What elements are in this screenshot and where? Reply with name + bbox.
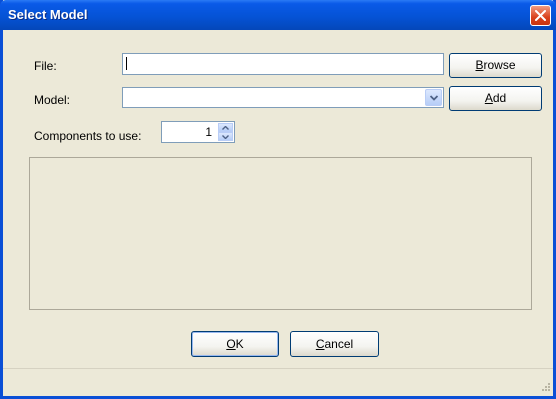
file-label: File:: [34, 59, 57, 73]
close-icon: [535, 10, 546, 21]
browse-mnemonic: B: [475, 58, 484, 72]
cancel-mnemonic: C: [315, 337, 325, 351]
model-combobox[interactable]: [122, 87, 444, 108]
file-path-input[interactable]: [122, 53, 444, 75]
spin-up-icon: [222, 126, 229, 130]
title-bar[interactable]: Select Model: [0, 0, 556, 30]
browse-button[interactable]: Browse: [449, 53, 542, 78]
components-label: Components to use:: [34, 129, 142, 143]
spin-up-button[interactable]: [218, 123, 233, 132]
model-label: Model:: [34, 93, 71, 107]
resize-grip-icon[interactable]: [539, 382, 551, 394]
components-spinner[interactable]: 1: [161, 121, 235, 143]
add-label-rest: dd: [492, 91, 507, 105]
model-dropdown-button[interactable]: [425, 89, 442, 106]
select-model-dialog: Select Model File: Browse Model: Add Com…: [0, 0, 556, 399]
close-button[interactable]: [530, 5, 551, 26]
ok-mnemonic: O: [226, 337, 236, 351]
ok-label-rest: K: [235, 337, 244, 351]
status-bar: [3, 368, 553, 396]
ok-button[interactable]: OK: [191, 331, 279, 357]
spin-down-button[interactable]: [218, 132, 233, 141]
add-mnemonic: A: [484, 91, 493, 105]
add-button[interactable]: Add: [449, 86, 542, 111]
components-panel: [29, 157, 532, 310]
chevron-down-icon: [430, 95, 438, 101]
browse-label-rest: rowse: [483, 58, 516, 72]
spin-down-icon: [222, 135, 229, 139]
cancel-button[interactable]: Cancel: [290, 331, 379, 357]
components-value: 1: [205, 125, 212, 139]
cancel-label-rest: ancel: [324, 337, 354, 351]
text-caret: [126, 57, 127, 70]
window-title: Select Model: [8, 7, 88, 22]
components-spin-buttons: [218, 123, 233, 141]
